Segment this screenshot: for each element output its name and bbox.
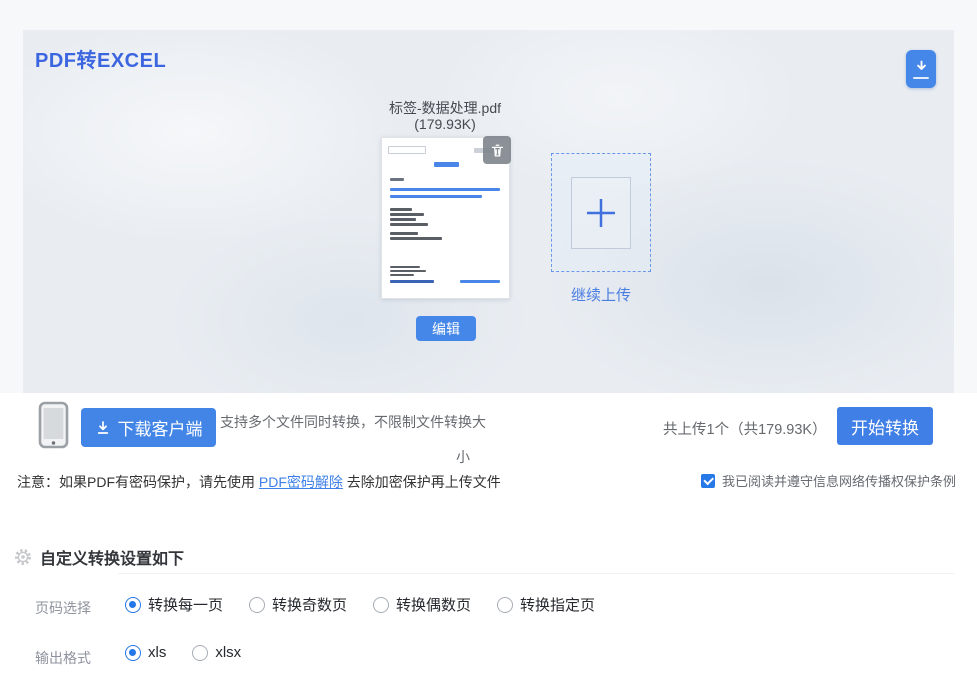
radio-icon (125, 597, 141, 613)
radio-icon (373, 597, 389, 613)
gear-icon (13, 547, 33, 567)
pdf-to-excel-page: PDF转EXCEL 标签-数据处理.pdf (179.93K) (0, 0, 977, 681)
settings-divider (118, 573, 955, 574)
upload-summary-text: 共上传1个（共179.93K） (663, 418, 827, 439)
radio-convert-odd-pages[interactable]: 转换奇数页 (249, 594, 347, 615)
continue-upload-dropzone[interactable] (551, 153, 651, 272)
thumb-line-graphic (390, 270, 426, 272)
thumb-link-graphic (390, 188, 500, 191)
notice-suffix: 去除加密保护再上传文件 (343, 474, 501, 490)
radio-format-xls[interactable]: xls (125, 644, 166, 661)
thumb-line-graphic (390, 274, 414, 276)
mini-text-bar (913, 77, 929, 79)
thumb-line-graphic (390, 218, 416, 221)
plus-icon (584, 196, 618, 230)
thumb-line-graphic (390, 208, 412, 211)
thumb-line-graphic (390, 266, 420, 268)
continue-upload-label[interactable]: 继续上传 (551, 284, 651, 305)
uploaded-file-name: 标签-数据处理.pdf (345, 98, 545, 118)
output-format-options: xls xlsx (125, 644, 241, 661)
thumb-line-graphic (390, 232, 418, 235)
radio-format-xlsx[interactable]: xlsx (192, 644, 241, 661)
mobile-phone-icon (38, 401, 69, 454)
page-title: PDF转EXCEL (35, 44, 166, 73)
floating-download-button[interactable] (906, 50, 936, 88)
start-convert-button[interactable]: 开始转换 (837, 407, 933, 445)
download-icon (95, 420, 111, 436)
radio-label: 转换偶数页 (396, 594, 471, 615)
thumb-field-graphic (388, 146, 426, 154)
thumb-link-graphic (390, 195, 482, 198)
radio-icon (249, 597, 265, 613)
uploaded-file-size: (179.93K) (345, 116, 545, 132)
upload-panel: PDF转EXCEL 标签-数据处理.pdf (179.93K) (23, 30, 954, 393)
radio-label: xlsx (215, 644, 241, 661)
support-note: 支持多个文件同时转换，不限制文件转换大 小 (220, 410, 490, 469)
edit-file-button[interactable]: 编辑 (416, 316, 476, 341)
agreement-row: 我已阅读并遵守信息网络传播权保护条例 (701, 471, 956, 490)
trash-icon (490, 143, 505, 158)
radio-icon (497, 597, 513, 613)
radio-convert-every-page[interactable]: 转换每一页 (125, 594, 223, 615)
radio-icon (192, 645, 208, 661)
page-select-label: 页码选择 (35, 598, 91, 618)
radio-label: 转换每一页 (148, 594, 223, 615)
download-icon (914, 59, 929, 74)
thumb-line-graphic (390, 237, 442, 240)
thumb-title-graphic (434, 162, 459, 167)
output-format-label: 输出格式 (35, 648, 91, 668)
radio-label: xls (148, 644, 166, 661)
settings-header: 自定义转换设置如下 (13, 545, 184, 569)
thumb-line-graphic (390, 280, 434, 283)
radio-label: 转换指定页 (520, 594, 595, 615)
download-client-button[interactable]: 下载客户端 (81, 408, 216, 447)
page-select-options: 转换每一页 转换奇数页 转换偶数页 转换指定页 (125, 594, 595, 615)
radio-icon (125, 645, 141, 661)
agreement-label: 我已阅读并遵守信息网络传播权保护条例 (722, 471, 956, 490)
thumb-line-graphic (390, 178, 404, 181)
notice-prefix: 注意：如果PDF有密码保护，请先使用 (17, 474, 259, 490)
upload-placeholder-frame (571, 177, 631, 249)
delete-file-button[interactable] (483, 136, 511, 164)
thumb-line-graphic (390, 213, 424, 216)
settings-title: 自定义转换设置如下 (40, 545, 184, 569)
radio-label: 转换奇数页 (272, 594, 347, 615)
download-client-label: 下载客户端 (118, 415, 203, 440)
radio-convert-specified-pages[interactable]: 转换指定页 (497, 594, 595, 615)
thumb-link-graphic (460, 280, 500, 283)
thumb-line-graphic (390, 223, 428, 226)
pdf-password-remove-link[interactable]: PDF密码解除 (259, 474, 343, 490)
agreement-checkbox[interactable] (701, 474, 715, 488)
support-note-line1: 支持多个文件同时转换，不限制文件转换大 (220, 410, 490, 434)
password-notice: 注意：如果PDF有密码保护，请先使用 PDF密码解除 去除加密保护再上传文件 (17, 472, 501, 492)
support-note-line2: 小 (220, 445, 490, 469)
radio-convert-even-pages[interactable]: 转换偶数页 (373, 594, 471, 615)
